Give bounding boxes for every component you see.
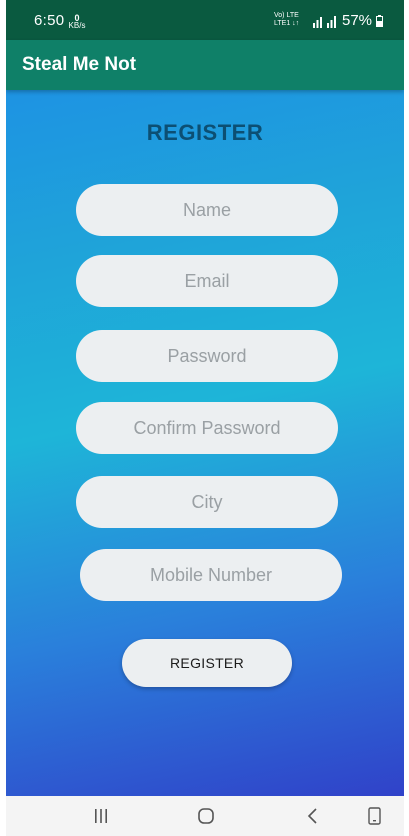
register-form: REGISTER REGISTER: [6, 90, 404, 796]
home-icon[interactable]: [191, 804, 221, 828]
battery-percent: 57%: [342, 12, 373, 29]
network-type-bottom: LTE1 ↓↑: [274, 20, 300, 27]
recents-icon[interactable]: [86, 804, 116, 828]
signal-icon: [313, 16, 336, 28]
confirm-password-input[interactable]: [76, 402, 338, 454]
network-type-top: Vo) LTE: [274, 12, 299, 19]
app-title: Steal Me Not: [22, 54, 137, 75]
network-speed-unit: KB/s: [68, 21, 86, 30]
status-bar: 6:50 0 KB/s Vo) LTE LTE1 ↓↑ 57%: [6, 0, 404, 40]
app-bar: Steal Me Not: [6, 40, 404, 90]
back-icon[interactable]: [298, 804, 328, 828]
email-input[interactable]: [76, 255, 338, 307]
app-screen: 6:50 0 KB/s Vo) LTE LTE1 ↓↑ 57% Steal Me…: [6, 0, 404, 836]
password-input[interactable]: [76, 330, 338, 382]
mobile-number-input[interactable]: [80, 549, 342, 601]
battery-icon: [376, 15, 383, 27]
network-type: Vo) LTE LTE1 ↓↑: [274, 12, 310, 28]
network-speed: 0 KB/s: [66, 14, 88, 30]
page-title: REGISTER: [146, 120, 264, 145]
name-input[interactable]: [76, 184, 338, 236]
city-input[interactable]: [76, 476, 338, 528]
rotate-icon[interactable]: [360, 804, 390, 828]
register-button[interactable]: REGISTER: [122, 639, 292, 687]
system-nav-bar: [6, 796, 404, 836]
status-time: 6:50: [34, 12, 65, 29]
